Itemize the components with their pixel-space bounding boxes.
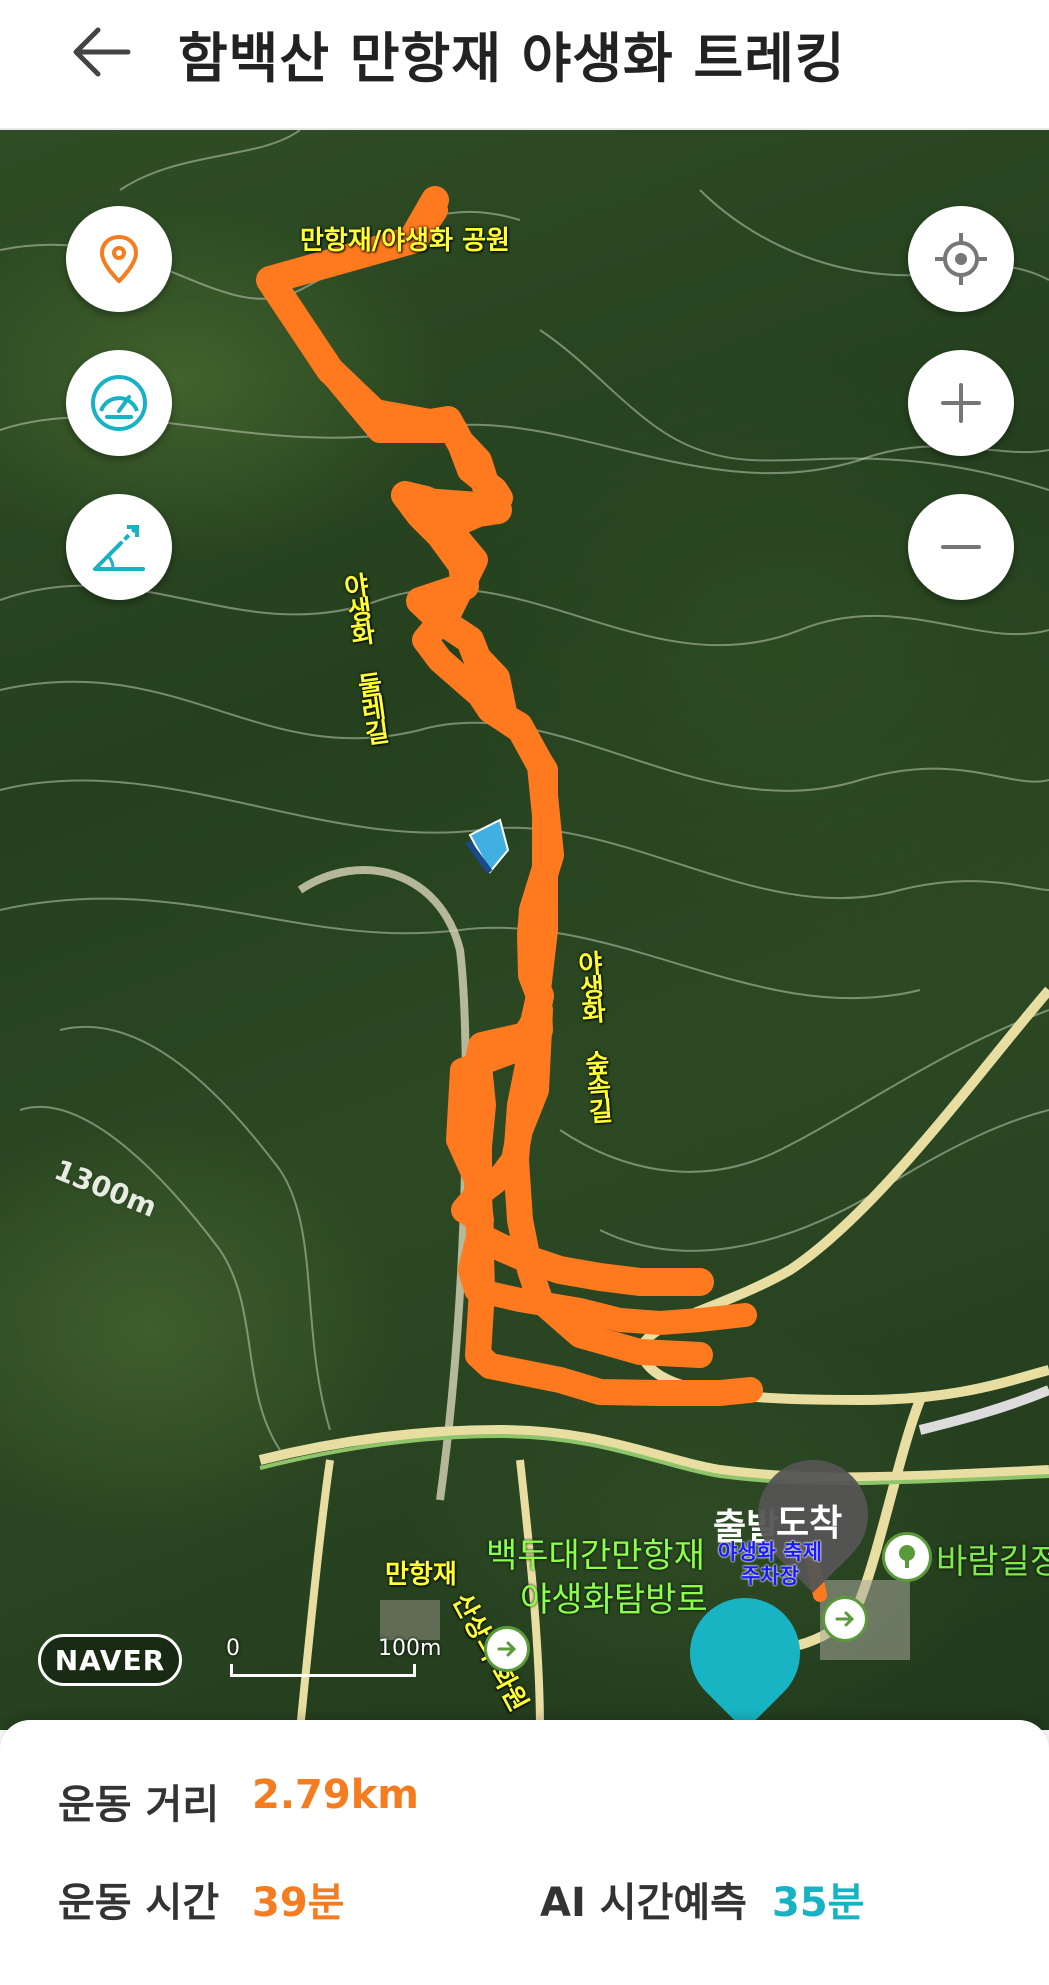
slope-button[interactable]: [66, 494, 172, 600]
slope-icon: [93, 525, 145, 571]
label-baram: 바람길정: [936, 1542, 1049, 1582]
scale-zero: 0: [226, 1636, 240, 1661]
label-baekdu-1: 백두대간만항재: [486, 1536, 705, 1576]
header: 함백산 만항재 야생화 트레킹: [0, 0, 1049, 130]
distance-label: 운동 거리: [58, 1782, 220, 1828]
direction-circle-icon[interactable]: [484, 1626, 530, 1672]
speed-button[interactable]: [66, 350, 172, 456]
zoom-out-button[interactable]: [908, 494, 1014, 600]
ai-time-value: 35분: [772, 1880, 865, 1926]
label-parking: 야생화 축제 주차장: [718, 1540, 822, 1588]
stats-panel: 운동 거리 2.79km 운동 시간 39분 AI 시간예측 35분: [0, 1720, 1049, 1985]
crosshair-icon: [935, 233, 987, 285]
my-location-button[interactable]: [908, 206, 1014, 312]
ai-time-label: AI 시간예측: [540, 1880, 747, 1926]
direction-circle-icon-2[interactable]: [822, 1596, 868, 1642]
map-view[interactable]: 만항재/야생화 공원 야생화 둘레길 야생화 숲속길 산상의 화원 만항재 13…: [0, 130, 1049, 1730]
back-arrow-icon[interactable]: [70, 22, 134, 82]
label-park: 만항재/야생화 공원: [300, 226, 510, 256]
minus-icon: [941, 545, 981, 549]
scale-bar: [230, 1664, 416, 1677]
facility-icon[interactable]: [882, 1532, 932, 1582]
label-manhangjae: 만항재: [385, 1560, 457, 1590]
time-label: 운동 시간: [58, 1880, 220, 1926]
end-marker-label: 도착: [776, 1503, 843, 1544]
page-title: 함백산 만항재 야생화 트레킹: [178, 27, 846, 90]
scale-hundred: 100m: [378, 1636, 442, 1661]
label-baekdu-2: 야생화탐방로: [520, 1580, 708, 1620]
speedometer-icon: [91, 375, 147, 431]
plus-icon: [941, 383, 981, 423]
distance-value: 2.79km: [252, 1772, 419, 1818]
time-value: 39분: [252, 1880, 345, 1926]
zoom-in-button[interactable]: [908, 350, 1014, 456]
location-pin-button[interactable]: [66, 206, 172, 312]
naver-logo: NAVER: [38, 1634, 182, 1686]
location-pin-icon: [99, 234, 139, 284]
